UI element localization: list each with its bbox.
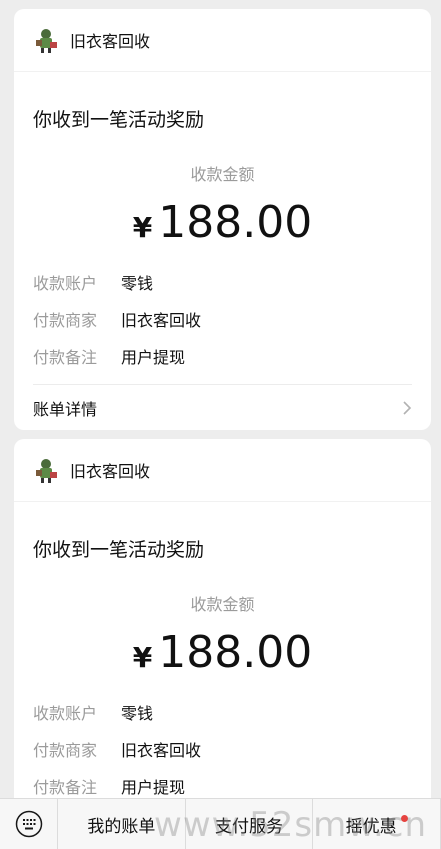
bill-details-label: 账单详情 — [33, 399, 98, 419]
row-label: 付款备注 — [33, 777, 98, 797]
menu-label: 我的账单 — [87, 816, 156, 837]
row-label: 付款商家 — [33, 740, 98, 760]
notification-dot — [400, 814, 408, 822]
row-label: 付款备注 — [33, 347, 98, 367]
amount-value: 188.00 — [158, 627, 313, 678]
card-header: 旧衣客回收 — [14, 9, 431, 72]
amount-label: 收款金额 — [190, 595, 255, 614]
amount-value: 188.00 — [158, 197, 313, 248]
currency-symbol: ¥ — [132, 641, 153, 674]
amount-label: 收款金额 — [190, 165, 255, 184]
row-label: 收款账户 — [33, 273, 98, 293]
amount: ¥ 188.00 — [14, 627, 431, 678]
message-headline: 你收到一笔活动奖励 — [33, 109, 205, 131]
row-value: 零钱 — [121, 273, 154, 293]
amount: ¥ 188.00 — [14, 197, 431, 248]
row-merchant: 付款商家 旧衣客回收 — [33, 300, 431, 337]
card-header: 旧衣客回收 — [14, 439, 431, 502]
merchant-avatar-icon — [32, 26, 60, 54]
bottom-menu-bar: 我的账单 支付服务 摇优惠 www.52smw.cn — [0, 798, 441, 849]
row-value: 旧衣客回收 — [121, 740, 202, 760]
bill-details-link[interactable]: 账单详情 — [33, 385, 412, 430]
detail-rows: 收款账户 零钱 付款商家 旧衣客回收 付款备注 用户提现 — [14, 693, 431, 804]
menu-label: 支付服务 — [215, 816, 283, 837]
row-value: 用户提现 — [121, 777, 186, 797]
row-label: 收款账户 — [33, 703, 98, 723]
keyboard-toggle-button[interactable] — [0, 798, 58, 849]
merchant-name: 旧衣客回收 — [70, 32, 151, 51]
message-headline: 你收到一笔活动奖励 — [33, 539, 205, 561]
row-value: 用户提现 — [121, 347, 186, 367]
menu-label: 摇优惠 — [345, 816, 397, 837]
menu-my-bills[interactable]: 我的账单 — [58, 798, 186, 849]
keyboard-icon — [15, 810, 42, 838]
merchant-name: 旧衣客回收 — [70, 462, 151, 481]
row-merchant: 付款商家 旧衣客回收 — [33, 730, 431, 767]
chevron-right-icon — [403, 400, 412, 415]
merchant-avatar-icon — [32, 456, 60, 484]
row-label: 付款商家 — [33, 310, 98, 330]
row-account: 收款账户 零钱 — [33, 693, 431, 730]
row-value: 旧衣客回收 — [121, 310, 202, 330]
menu-shake-offers[interactable]: 摇优惠 — [313, 798, 441, 849]
row-value: 零钱 — [121, 703, 154, 723]
message-card[interactable]: 旧衣客回收 你收到一笔活动奖励 收款金额 ¥ 188.00 收款账户 零钱 付款… — [14, 439, 431, 849]
currency-symbol: ¥ — [132, 211, 153, 244]
detail-rows: 收款账户 零钱 付款商家 旧衣客回收 付款备注 用户提现 — [14, 263, 431, 374]
row-account: 收款账户 零钱 — [33, 263, 431, 300]
message-card[interactable]: 旧衣客回收 你收到一笔活动奖励 收款金额 ¥ 188.00 收款账户 零钱 付款… — [14, 9, 431, 430]
row-remark: 付款备注 用户提现 — [33, 337, 431, 374]
menu-payment-services[interactable]: 支付服务 — [186, 798, 314, 849]
